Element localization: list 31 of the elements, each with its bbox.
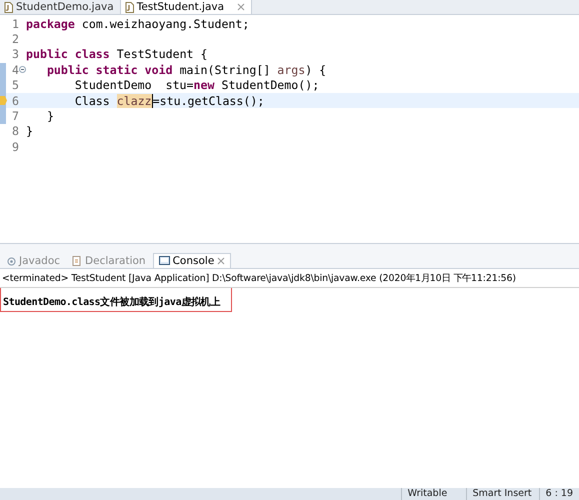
editor-tab[interactable]: StudentDemo.java bbox=[0, 0, 121, 14]
line-number: 9 bbox=[12, 140, 19, 154]
fold-icon[interactable] bbox=[19, 66, 26, 74]
editor-tab[interactable]: TestStudent.java bbox=[120, 0, 252, 14]
code-line: Class clazz=stu.getClass(); bbox=[74, 94, 264, 108]
close-icon[interactable] bbox=[217, 257, 226, 265]
line-number: 3 bbox=[12, 47, 19, 62]
line-number: 1 bbox=[12, 16, 19, 31]
line-number: 4 bbox=[12, 62, 19, 77]
code-line: } bbox=[46, 109, 54, 124]
status-item: 6 : 19 bbox=[538, 488, 579, 500]
status-item: Writable bbox=[400, 488, 466, 500]
java-file-icon bbox=[4, 2, 13, 12]
close-icon[interactable] bbox=[237, 3, 246, 11]
line-number: 8 bbox=[12, 124, 19, 138]
line-number: 7 bbox=[12, 109, 19, 124]
document-icon bbox=[72, 256, 82, 266]
status-item: Smart Insert bbox=[466, 488, 539, 500]
line-number: 5 bbox=[12, 78, 19, 92]
code-line: package com.weizhaoyang.Student; bbox=[26, 16, 250, 31]
line-number: 2 bbox=[12, 32, 19, 46]
code-line: } bbox=[26, 124, 33, 138]
line-number: 6 bbox=[12, 94, 19, 108]
console-header: <terminated> TestStudent [Java Application] D:\Software\java\jdk8\bin\javaw.exe (2020年1月10日 下午11:21:56) bbox=[0, 269, 579, 288]
java-file-icon bbox=[124, 2, 134, 12]
code-line: StudentDemo stu=new StudentDemo(); bbox=[74, 78, 320, 92]
console-output: StudentDemo.class文件被加载到java虚拟机上 bbox=[3, 297, 220, 308]
code-line: public class TestStudent { bbox=[26, 47, 208, 62]
code-line: public static void main(String[] args) { bbox=[46, 62, 326, 77]
panel-tab[interactable]: Console bbox=[152, 253, 232, 268]
console-icon bbox=[158, 256, 170, 266]
